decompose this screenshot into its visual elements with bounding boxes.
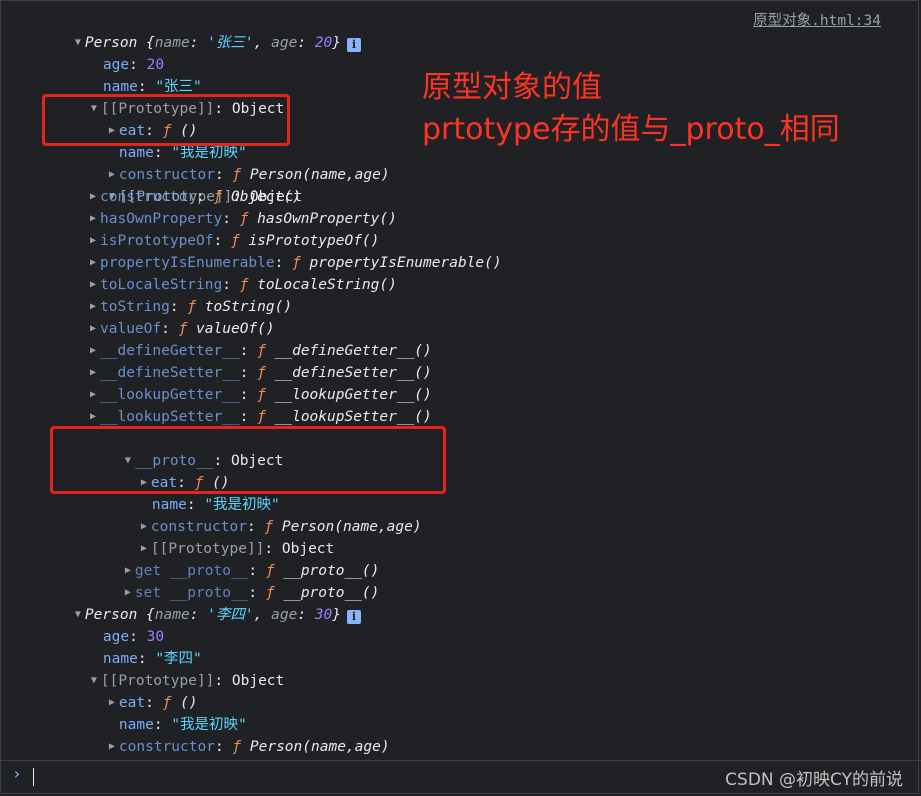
triangle-right-icon[interactable]: ▶ — [86, 208, 100, 230]
person1-row[interactable]: ▼ Person {name: '张三', age: 20} i — [36, 10, 361, 52]
prompt-chevron-icon: › — [12, 764, 22, 783]
person1-summary: {name: '张三', age: 20} — [146, 35, 341, 51]
object-prototype-row[interactable]: ▼ [[Prototype]]: Object — [70, 164, 302, 205]
proto-constructor-row[interactable]: ▶ constructor: ƒ Person(name,age) — [102, 494, 422, 535]
person2-proto-name-row: name: "我是初映" — [118, 717, 247, 733]
highlight-box-prototype — [42, 94, 290, 146]
member-row[interactable]: ▶ toLocaleString: ƒ toLocaleString() — [86, 274, 397, 296]
member-row[interactable]: ▶ constructor: ƒ Object() — [86, 186, 301, 208]
person2-eat-row[interactable]: ▶ eat: ƒ () — [70, 670, 198, 711]
person2-row[interactable]: ▼ Person {name: '李四', age: 30} i — [36, 582, 361, 624]
person2-constructor-row[interactable]: ▶ constructor: ƒ Person(name,age) — [70, 714, 390, 755]
member-row[interactable]: ▶ isPrototypeOf: ƒ isPrototypeOf() — [86, 230, 379, 252]
member-row[interactable]: ▶ valueOf: ƒ valueOf() — [86, 318, 275, 340]
person2-prototype-row[interactable]: ▼ [[Prototype]]: Object — [52, 648, 284, 689]
person2-object-prototype-row[interactable]: ▶[[Prototype]]: Object — [70, 736, 302, 758]
person2-name-row: name: "李四" — [102, 651, 202, 667]
person1-age-row: age: 20 — [102, 57, 165, 73]
triangle-right-icon[interactable]: ▶ — [86, 340, 100, 362]
info-icon[interactable]: i — [346, 610, 361, 624]
console-prompt[interactable]: › CSDN @初映CY的前说 — [0, 760, 921, 796]
person2-summary: {name: '李四', age: 30} — [146, 607, 341, 623]
get-proto-row[interactable]: ▶ get __proto__: ƒ __proto__() — [86, 538, 379, 579]
text-cursor — [33, 768, 34, 786]
triangle-right-icon[interactable]: ▶ — [86, 406, 100, 428]
triangle-right-icon[interactable]: ▶ — [86, 318, 100, 340]
annotation-line2: prtotype存的值与_proto_相同 — [422, 112, 840, 147]
triangle-right-icon[interactable]: ▶ — [86, 186, 100, 208]
highlight-box-proto — [50, 426, 446, 494]
console-output: 原型对象.html:34 ▼ Person {name: '张三', age: 2… — [0, 0, 921, 760]
triangle-right-icon[interactable]: ▶ — [86, 384, 100, 406]
member-row[interactable]: ▶ __defineGetter__: ƒ __defineGetter__() — [86, 340, 432, 362]
set-proto-row[interactable]: ▶ set __proto__: ƒ __proto__() — [86, 560, 379, 601]
member-row[interactable]: ▶ __defineSetter__: ƒ __defineSetter__() — [86, 362, 432, 384]
info-icon[interactable]: i — [346, 38, 361, 52]
person1-name-row: name: "张三" — [102, 79, 202, 95]
member-row[interactable]: ▶ toString: ƒ toString() — [86, 296, 292, 318]
member-row[interactable]: ▶ propertyIsEnumerable: ƒ propertyIsEnume… — [86, 252, 502, 274]
triangle-right-icon[interactable]: ▶ — [86, 362, 100, 384]
annotation-line1: 原型对象的值 — [422, 70, 602, 105]
watermark: CSDN @初映CY的前说 — [725, 770, 903, 790]
proto-prototype-row[interactable]: ▶ [[Prototype]]: Object — [102, 516, 334, 557]
triangle-right-icon[interactable]: ▶ — [86, 252, 100, 274]
member-row[interactable]: ▶ __lookupSetter__: ƒ __lookupSetter__() — [86, 406, 432, 428]
person2-age-row: age: 30 — [102, 629, 165, 645]
member-row[interactable]: ▶ hasOwnProperty: ƒ hasOwnProperty() — [86, 208, 397, 230]
triangle-right-icon[interactable]: ▶ — [86, 296, 100, 318]
source-link[interactable]: 原型对象.html:34 — [753, 10, 881, 32]
member-row[interactable]: ▶ __lookupGetter__: ƒ __lookupGetter__() — [86, 384, 432, 406]
triangle-right-icon[interactable]: ▶ — [86, 230, 100, 252]
triangle-right-icon[interactable]: ▶ — [86, 274, 100, 296]
